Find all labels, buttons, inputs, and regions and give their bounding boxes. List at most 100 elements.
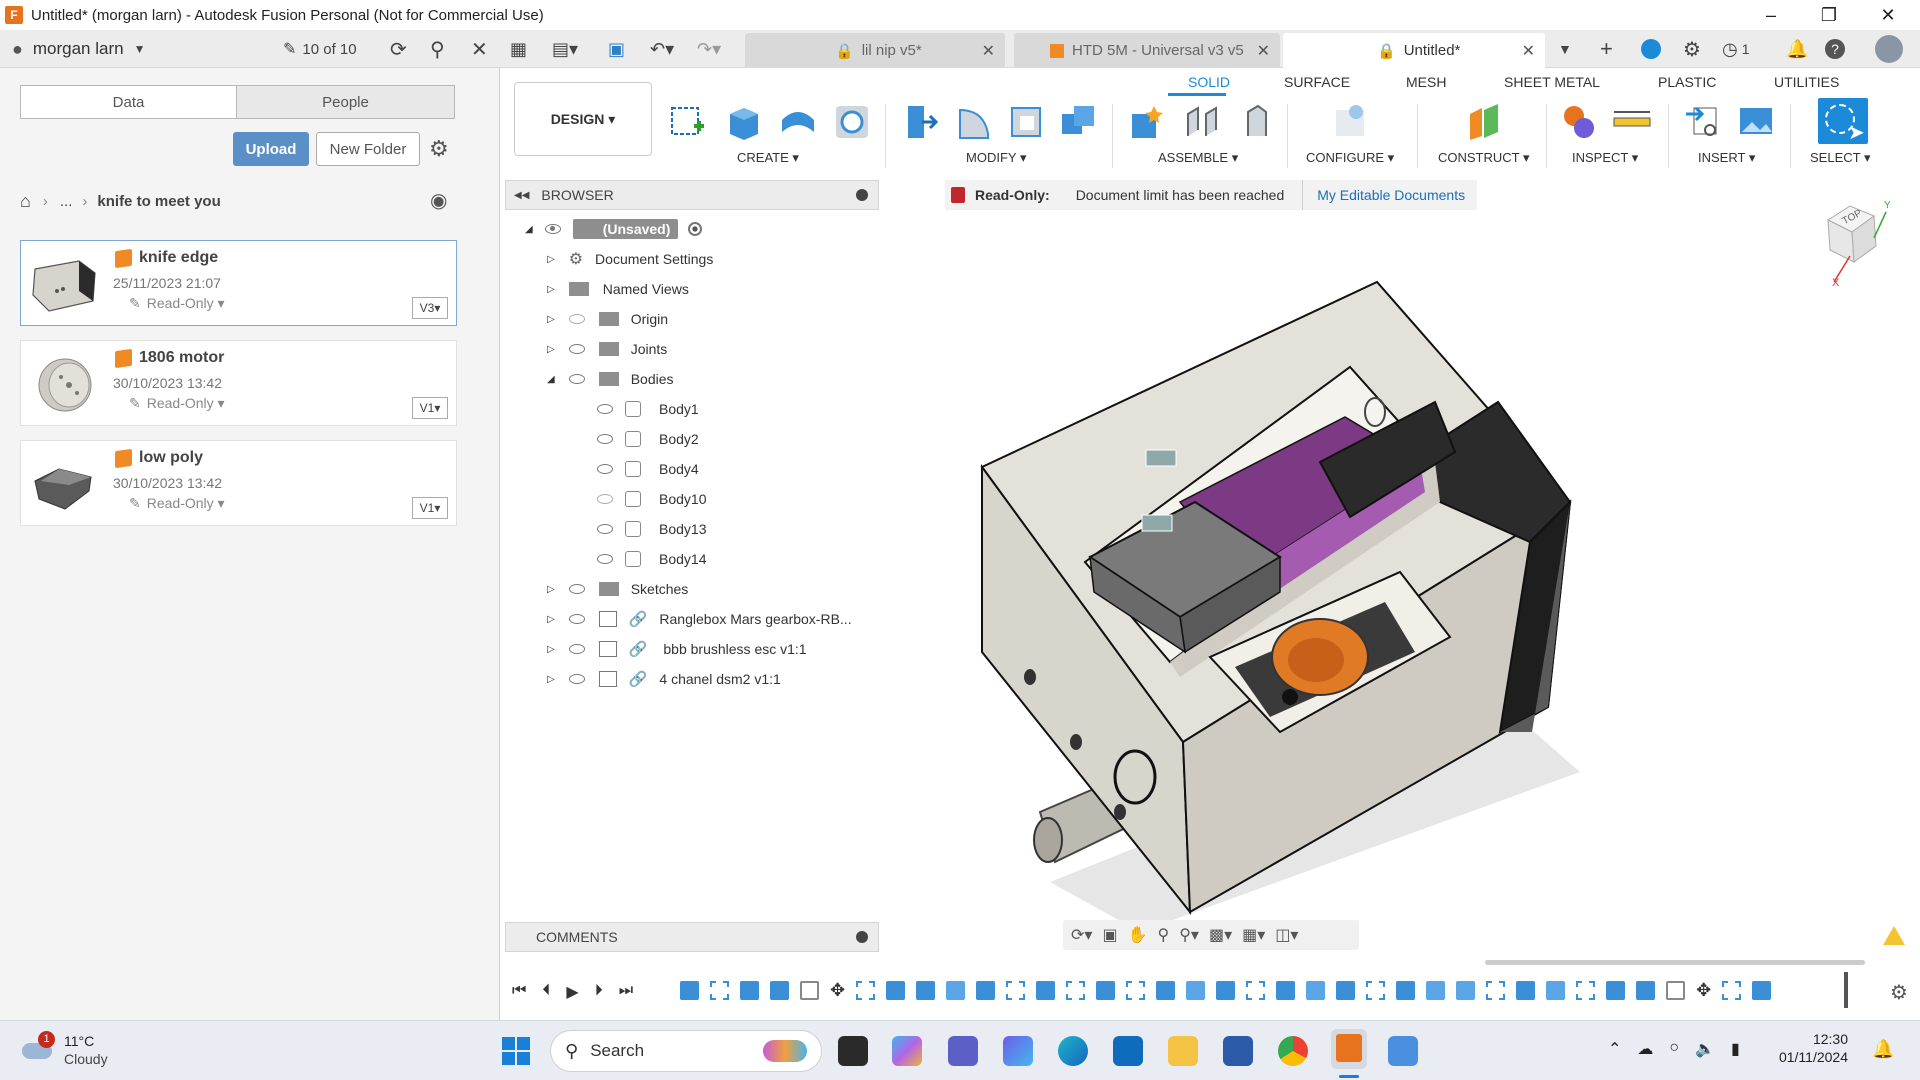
combine-icon[interactable] [1058,100,1098,142]
feature-combine-icon[interactable] [946,980,966,1000]
feature-combine-icon[interactable] [1426,980,1446,1000]
outlook-icon[interactable] [1113,1036,1143,1066]
tab-mesh[interactable]: MESH [1406,74,1446,90]
close-window-button[interactable]: ✕ [1860,0,1916,30]
feature-sketch-icon[interactable] [1246,980,1266,1000]
visibility-eye-icon[interactable] [597,524,613,534]
offset-plane-icon[interactable] [1464,100,1504,142]
feature-combine-icon[interactable] [1306,980,1326,1000]
notifications-bell-icon[interactable]: 🔔 [1786,30,1808,68]
go-to-start-icon[interactable]: ⏮ [512,982,526,1002]
list-item[interactable]: 1806 motor 30/10/2023 13:42 ✎ Read-Only ▾… [20,340,457,426]
tab-lil-nip[interactable]: 🔒 lil nip v5* ✕ [745,33,1005,68]
expand-arrow-icon[interactable]: ▷ [547,584,555,595]
new-component-icon[interactable] [1126,100,1166,142]
file-explorer-icon[interactable] [1168,1036,1198,1066]
tree-node-origin[interactable]: ▷ Origin [547,306,668,332]
volume-icon[interactable]: 🔈 [1695,1039,1715,1059]
quick-assist-icon[interactable] [1388,1036,1418,1066]
collapse-panel-icon[interactable]: ◀◀ [514,190,529,201]
viewports-icon[interactable]: ◫▾ [1275,925,1298,945]
create-menu[interactable]: CREATE ▾ [737,150,799,166]
step-back-icon[interactable]: ⏴ [542,982,550,1002]
chrome-icon[interactable] [1278,1036,1308,1066]
online-status-icon[interactable]: ⚙ [1683,30,1701,68]
tree-node-document-settings[interactable]: ▷ ⚙ Document Settings [547,246,713,272]
close-icon[interactable]: ✕ [982,41,995,61]
feature-sketch-icon[interactable] [1066,980,1086,1000]
taskbar-search[interactable]: ⚲ Search [550,1030,822,1072]
visibility-eye-icon[interactable] [568,344,585,354]
tree-node-body10[interactable]: Body10 [597,486,706,512]
copilot-app-icon[interactable] [1003,1036,1033,1066]
visibility-eye-icon[interactable] [568,614,585,624]
visibility-eye-icon[interactable] [568,374,585,384]
tab-utilities[interactable]: UTILITIES [1774,74,1839,90]
tab-solid[interactable]: SOLID [1188,74,1230,90]
create-sketch-icon[interactable] [668,100,708,142]
inspect-menu[interactable]: INSPECT ▾ [1572,150,1638,166]
fit-icon[interactable]: ⚲▾ [1179,925,1199,945]
feature-sketch-icon[interactable] [710,980,729,1000]
feature-combine-icon[interactable] [1546,980,1566,1000]
modify-menu[interactable]: MODIFY ▾ [966,150,1026,166]
go-to-end-icon[interactable]: ⏭ [619,982,633,1002]
assemble-menu[interactable]: ASSEMBLE ▾ [1158,150,1238,166]
joint-icon[interactable] [1182,100,1222,142]
tree-node-sketches[interactable]: ▷ Sketches [547,576,688,602]
tree-node-body4[interactable]: Body4 [597,456,699,482]
expand-arrow-icon[interactable]: ▷ [547,614,555,625]
access-dropdown[interactable]: ✎ Read-Only ▾ [129,395,225,412]
settings-gear-icon[interactable]: ⚙ [429,136,449,162]
construct-menu[interactable]: CONSTRUCT ▾ [1438,150,1530,166]
configure-menu[interactable]: CONFIGURE ▾ [1306,150,1394,166]
feature-extrude-icon[interactable] [1606,980,1626,1000]
notification-center-icon[interactable]: 🔔 [1872,1039,1894,1060]
vpn-icon[interactable]: ☁ [1637,1039,1653,1059]
press-pull-icon[interactable] [900,100,940,142]
visibility-eye-icon[interactable] [568,584,585,594]
wifi-icon[interactable]: ○ [1669,1039,1679,1059]
timeline-settings-gear-icon[interactable]: ⚙ [1890,980,1908,1005]
feature-extrude-icon[interactable] [1216,980,1236,1000]
restore-button[interactable]: ❐ [1801,0,1857,30]
fusion-taskbar-icon[interactable] [1331,1029,1367,1078]
expand-arrow-icon[interactable]: ▷ [547,314,555,325]
tree-node-body13[interactable]: Body13 [597,516,706,542]
job-status[interactable]: ◷ 1 [1722,30,1750,68]
visibility-eye-icon[interactable] [568,644,585,654]
feature-extrude-icon[interactable] [1156,980,1176,1000]
teams-icon[interactable] [948,1036,978,1066]
tab-plastic[interactable]: PLASTIC [1658,74,1716,90]
tree-node-body14[interactable]: Body14 [597,546,706,572]
tab-surface[interactable]: SURFACE [1284,74,1350,90]
feature-extrude-icon[interactable] [1396,980,1416,1000]
tab-data[interactable]: Data [20,85,237,119]
close-icon[interactable]: ✕ [1257,41,1270,61]
canvas-icon[interactable] [1736,100,1776,142]
help-icon[interactable]: ? [1825,30,1845,68]
insert-menu[interactable]: INSERT ▾ [1698,150,1755,166]
feature-move-icon[interactable]: ✥ [830,980,845,1001]
feature-sketch-icon[interactable] [1006,980,1026,1000]
visibility-eye-icon[interactable] [568,674,585,684]
timeline-scroll-track[interactable] [1485,960,1865,965]
battery-icon[interactable]: ▮ [1731,1039,1740,1059]
task-view-icon[interactable] [838,1036,868,1066]
warning-icon[interactable] [1883,926,1905,945]
feature-sketch-icon[interactable] [1576,980,1596,1000]
list-item[interactable]: knife edge 25/11/2023 21:07 ✎ Read-Only ▾… [20,240,457,326]
version-dropdown[interactable]: V1 ▾ [412,397,448,419]
close-icon[interactable]: ✕ [1522,41,1535,61]
chevron-up-icon[interactable]: ⌃ [1608,1039,1621,1059]
document-count[interactable]: ✎ 10 of 10 [283,30,357,68]
look-at-icon[interactable]: ▣ [1102,925,1117,945]
orbit-icon[interactable]: ⟳▾ [1071,925,1092,945]
file-menu-icon[interactable]: ▤▾ [552,30,578,68]
profile-avatar[interactable] [1875,30,1903,68]
tab-untitled[interactable]: 🔒 Untitled* ✕ [1283,33,1545,68]
feature-extrude-icon[interactable] [976,980,996,1000]
upload-button[interactable]: Upload [233,132,309,166]
list-item[interactable]: low poly 30/10/2023 13:42 ✎ Read-Only ▾ V… [20,440,457,526]
visibility-eye-icon[interactable] [597,554,613,564]
